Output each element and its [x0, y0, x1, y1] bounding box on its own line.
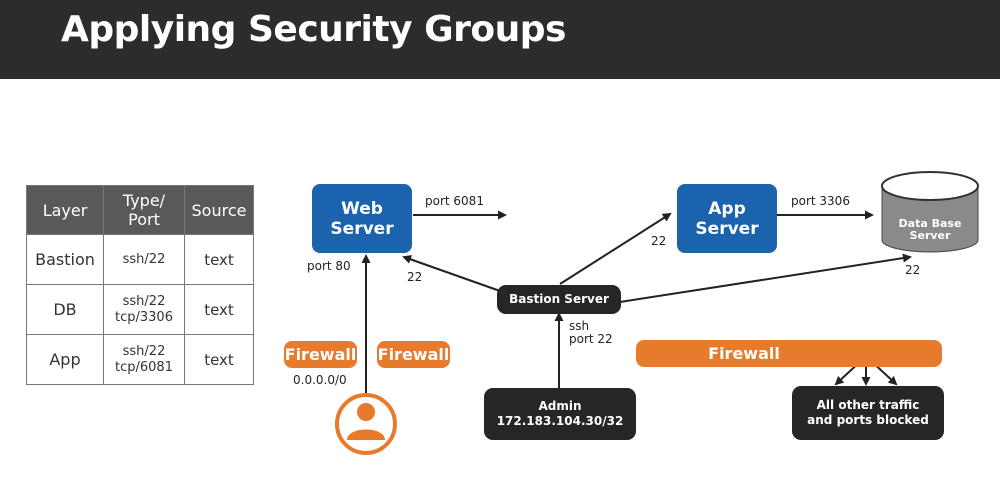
label-port-22: port 22	[569, 332, 613, 346]
arrow-bastion-to-db	[619, 253, 912, 303]
arrow-bastion-to-app	[559, 212, 672, 285]
blocked-traffic-box: All other traffic and ports blocked	[792, 386, 944, 440]
admin-box: Admin 172.183.104.30/32	[484, 388, 636, 440]
label-ssh: ssh	[569, 319, 590, 333]
firewall-bastion: Firewall	[377, 341, 450, 368]
app-server: App Server	[677, 184, 777, 253]
label-port-6081: port 6081	[425, 194, 484, 208]
label-port-80: port 80	[307, 259, 351, 273]
user-icon	[335, 393, 397, 455]
bastion-server: Bastion Server	[497, 285, 621, 314]
firewall-blocked: Firewall	[636, 340, 942, 367]
db-server-label: Data Base Server	[898, 217, 962, 242]
web-server: Web Server	[312, 184, 412, 253]
label-port-3306: port 3306	[791, 194, 850, 208]
firewall-web: Firewall	[284, 341, 357, 368]
label-db-22: 22	[905, 263, 921, 277]
label-web-22: 22	[407, 270, 423, 284]
label-any-ip: 0.0.0.0/0	[293, 373, 347, 387]
label-app-22: 22	[651, 234, 667, 248]
